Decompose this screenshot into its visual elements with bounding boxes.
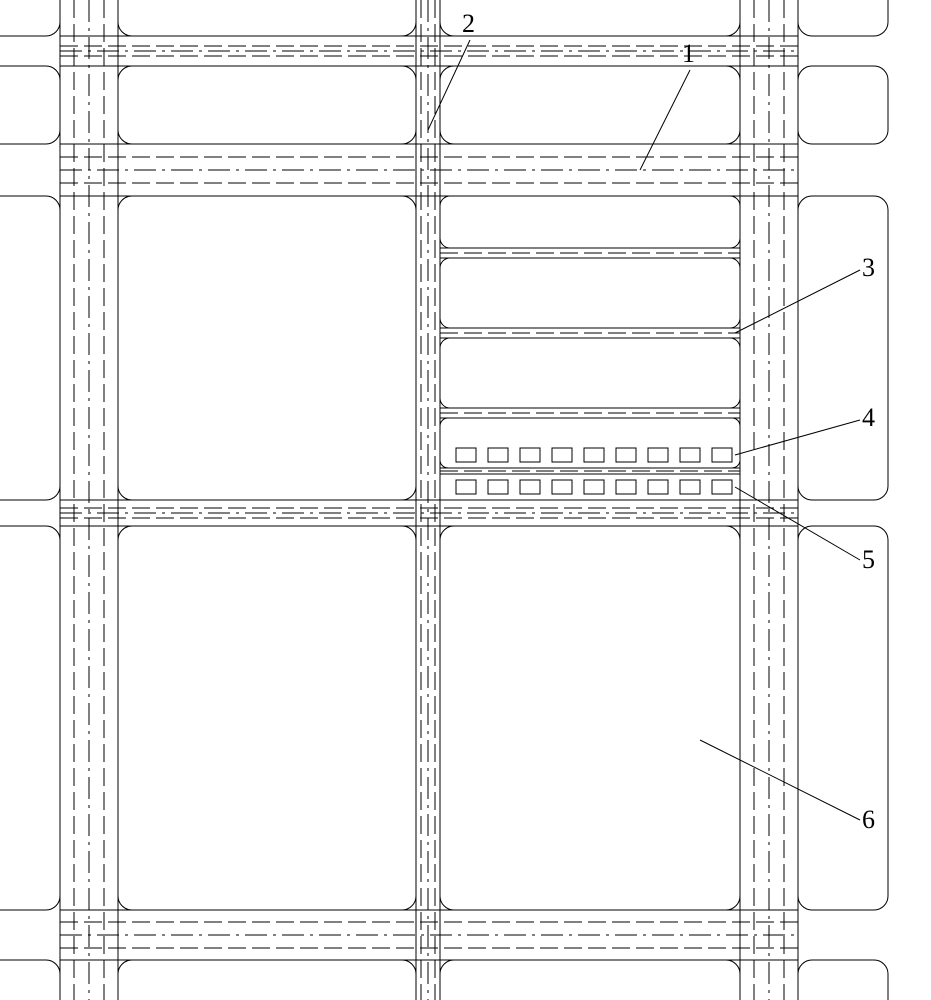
secondary-ribs <box>440 196 740 474</box>
callout-5: 5 <box>862 545 875 574</box>
perforation-row-upper <box>456 448 732 462</box>
callout-6: 6 <box>862 805 875 834</box>
horizontal-rib-centerlines <box>60 46 798 948</box>
callout-3: 3 <box>862 253 875 282</box>
callout-1: 1 <box>682 39 695 68</box>
callout-4: 4 <box>862 403 875 432</box>
callouts: 2 1 3 4 5 6 <box>428 9 875 834</box>
horizontal-main-ribs <box>60 36 798 960</box>
perforation-row-lower <box>456 480 732 494</box>
callout-2: 2 <box>462 9 475 38</box>
